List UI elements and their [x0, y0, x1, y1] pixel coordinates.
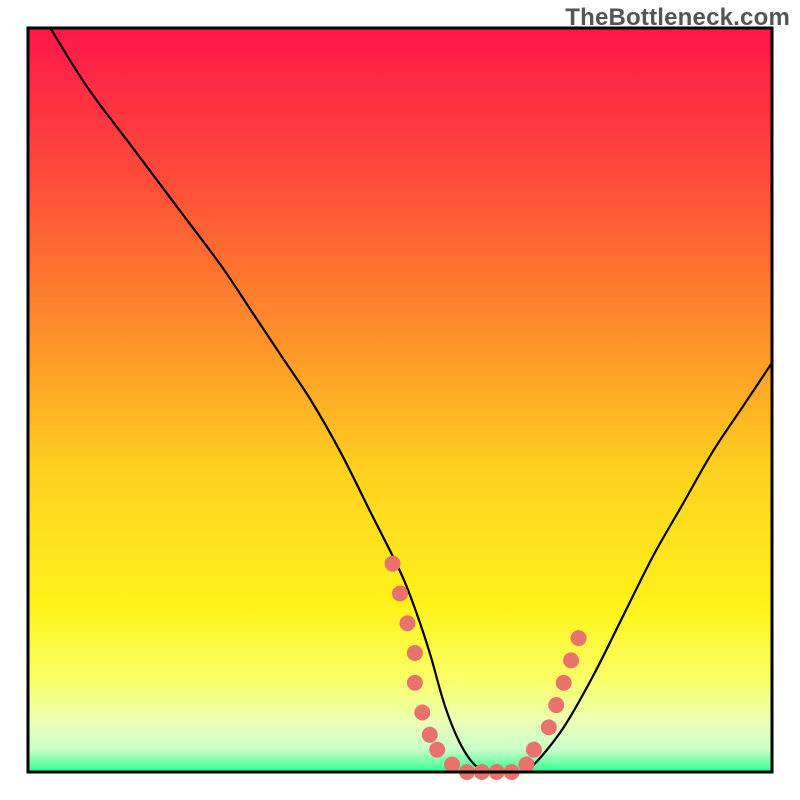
data-point	[444, 757, 460, 773]
bottleneck-chart	[0, 0, 800, 800]
data-point	[422, 727, 438, 743]
data-point	[385, 556, 401, 572]
data-point	[414, 704, 430, 720]
data-point	[407, 675, 423, 691]
data-point	[518, 757, 534, 773]
data-point	[526, 742, 542, 758]
data-point	[548, 697, 564, 713]
plot-background	[28, 28, 772, 772]
chart-frame: TheBottleneck.com	[0, 0, 800, 800]
data-point	[407, 645, 423, 661]
data-point	[429, 742, 445, 758]
data-point	[556, 675, 572, 691]
data-point	[392, 585, 408, 601]
data-point	[563, 652, 579, 668]
data-point	[399, 615, 415, 631]
data-point	[541, 719, 557, 735]
data-point	[571, 630, 587, 646]
watermark-text: TheBottleneck.com	[565, 4, 790, 32]
